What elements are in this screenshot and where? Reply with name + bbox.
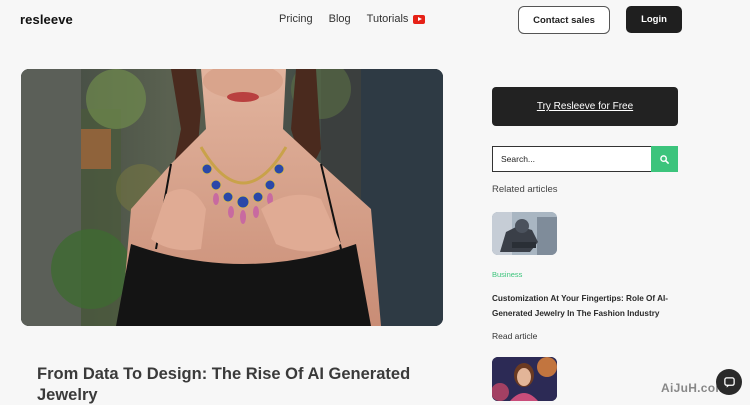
search-icon (660, 154, 669, 164)
nav-blog[interactable]: Blog (329, 13, 351, 25)
article-title: From Data To Design: The Rise Of AI Gene… (37, 365, 411, 404)
contact-sales-button[interactable]: Contact sales (518, 6, 610, 34)
site-logo[interactable]: resleeve (20, 12, 73, 27)
search-input[interactable] (492, 146, 651, 172)
youtube-icon (413, 14, 426, 24)
try-free-button[interactable]: Try Resleeve for Free (492, 87, 678, 126)
related-article-thumbnail[interactable] (492, 212, 557, 255)
chat-widget-button[interactable] (716, 369, 742, 395)
login-button[interactable]: Login (626, 6, 682, 33)
hero-image (21, 69, 443, 326)
nav-tutorials[interactable]: Tutorials (367, 13, 426, 25)
nav-tutorials-label: Tutorials (366, 13, 409, 25)
search-bar (492, 146, 678, 172)
category-badge[interactable]: Business (492, 270, 522, 279)
read-article-link[interactable]: Read article (492, 331, 537, 341)
related-article-thumbnail-2[interactable] (492, 357, 557, 401)
search-button[interactable] (651, 146, 678, 172)
main-nav: Pricing Blog Tutorials (279, 13, 426, 25)
chat-icon (723, 376, 735, 388)
related-article-title[interactable]: Customization At Your Fingertips: Role O… (492, 292, 682, 321)
nav-pricing[interactable]: Pricing (279, 13, 313, 25)
related-articles-heading: Related articles (492, 184, 558, 195)
